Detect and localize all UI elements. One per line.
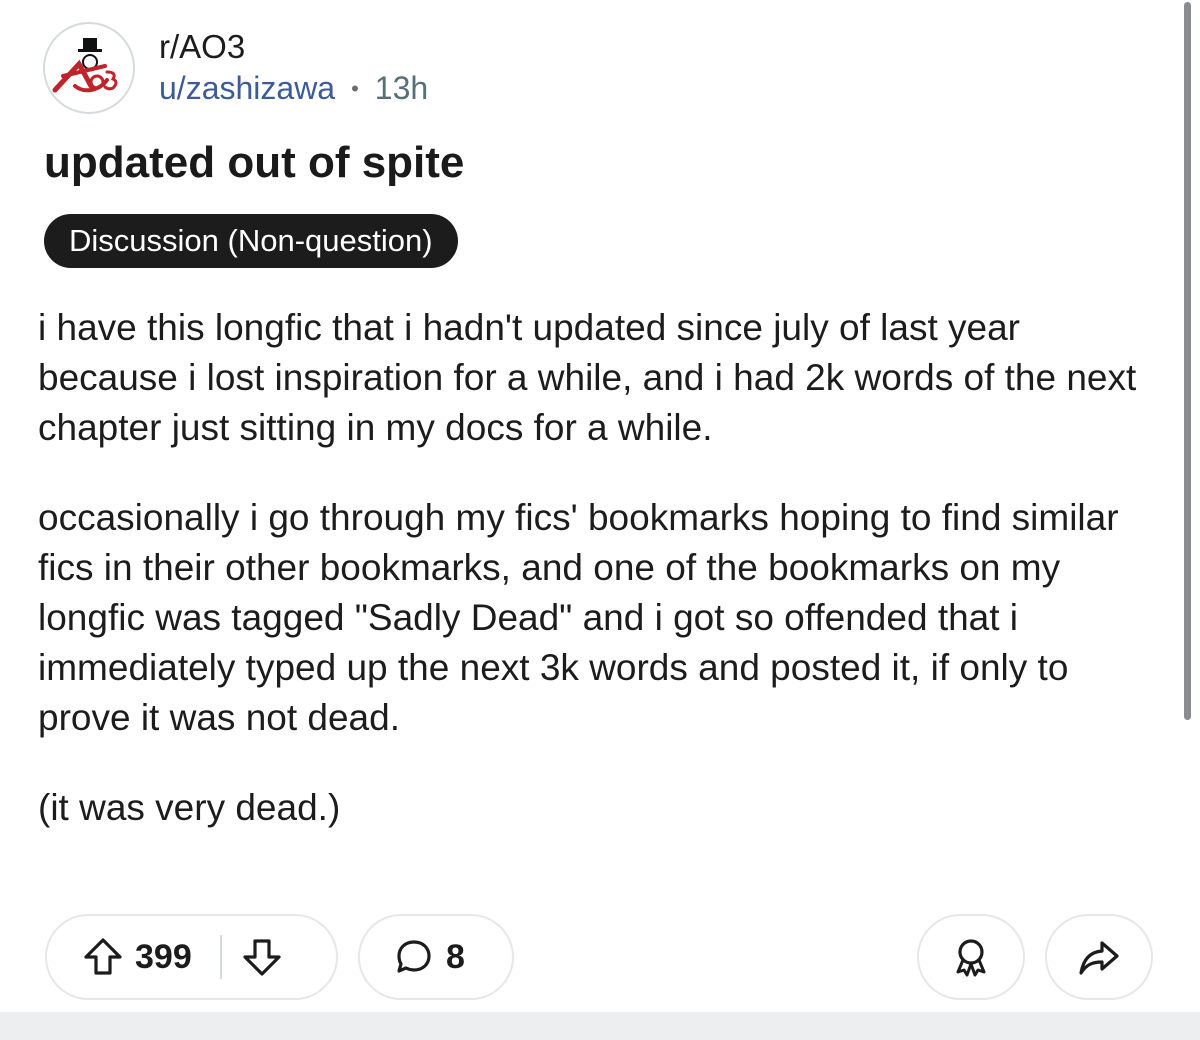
- post-title: updated out of spite: [44, 138, 465, 187]
- post-meta: u/zashizawa • 13h: [159, 70, 428, 107]
- bottom-divider: [0, 1012, 1200, 1040]
- comment-count: 8: [446, 937, 465, 976]
- award-icon: [956, 939, 986, 977]
- comment-icon-wrap: [394, 937, 434, 977]
- arrow-up-icon: [84, 938, 122, 975]
- author-username[interactable]: u/zashizawa: [159, 70, 335, 107]
- body-paragraph: (it was very dead.): [38, 787, 341, 828]
- arrow-down-icon: [243, 939, 281, 976]
- share-button[interactable]: [1045, 914, 1153, 1000]
- upvote-button[interactable]: [81, 935, 125, 979]
- vote-divider: [219, 935, 222, 979]
- downvote-button[interactable]: [240, 935, 284, 979]
- post-body: i have this longfic that i hadn't update…: [38, 303, 1148, 873]
- subreddit-avatar[interactable]: [43, 22, 135, 114]
- meta-separator: •: [351, 75, 359, 101]
- award-button[interactable]: [917, 914, 1025, 1000]
- comments-button[interactable]: 8: [358, 914, 514, 1000]
- vote-bar: 399: [45, 914, 338, 1000]
- scrollbar[interactable]: [1184, 2, 1191, 720]
- share-arrow-icon: [1079, 941, 1119, 975]
- body-paragraph: occasionally i go through my fics' bookm…: [38, 497, 1119, 738]
- vote-count: 399: [135, 937, 192, 976]
- post-flair[interactable]: Discussion (Non-question): [44, 214, 458, 268]
- speech-bubble-icon: [397, 940, 431, 973]
- ao3-logo-icon: [52, 38, 118, 93]
- body-paragraph: i have this longfic that i hadn't update…: [38, 307, 1137, 448]
- post-age: 13h: [374, 70, 429, 106]
- subreddit-name[interactable]: r/AO3: [159, 28, 245, 66]
